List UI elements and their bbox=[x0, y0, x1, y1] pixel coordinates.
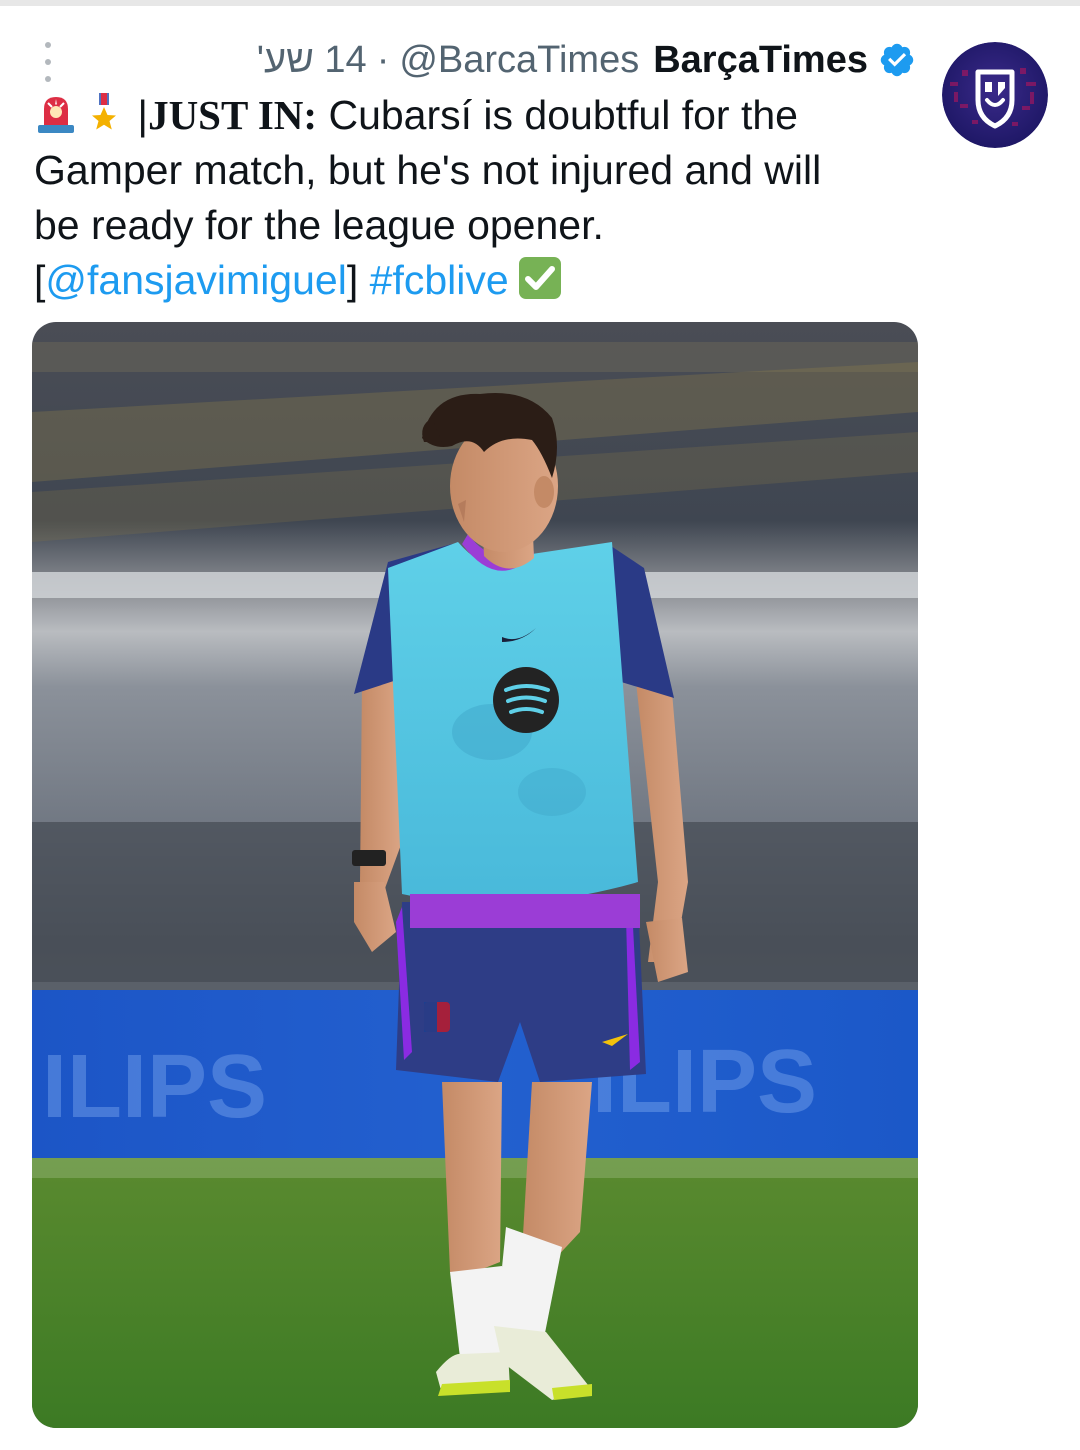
tweet-line-1-text: Cubarsí is doubtful for the bbox=[328, 92, 798, 138]
tweet-line-1: |JUST IN: Cubarsí is doubtful for the bbox=[34, 88, 914, 143]
user-display-name[interactable]: BarçaTimes bbox=[653, 39, 868, 82]
tweet-photo[interactable]: ILIPS ILIPS bbox=[32, 322, 918, 1428]
check-mark-emoji bbox=[518, 257, 561, 299]
tweet-timestamp[interactable]: 14 שע' bbox=[257, 39, 367, 82]
mention-link[interactable]: @fansjavimiguel bbox=[45, 257, 346, 303]
meta-separator: · bbox=[376, 38, 390, 81]
barcatimes-logo bbox=[942, 42, 1048, 148]
tweet-meta: 14 שע' · @BarcaTimes bbox=[257, 39, 639, 82]
player-training-photo: ILIPS ILIPS bbox=[32, 322, 918, 1428]
more-dot bbox=[45, 76, 51, 82]
just-in-label: JUST IN: bbox=[148, 92, 318, 138]
tweet-line-3: be ready for the league opener. bbox=[34, 202, 604, 248]
svg-text:ILIPS: ILIPS bbox=[42, 1037, 267, 1137]
tweet-line-2: Gamper match, but he's not injured and w… bbox=[34, 147, 822, 193]
more-dot bbox=[45, 59, 51, 65]
military-medal-emoji bbox=[92, 93, 116, 130]
pipe-separator: | bbox=[137, 92, 149, 138]
tweet-header: 14 שע' · @BarcaTimes BarçaTimes bbox=[257, 36, 916, 84]
tweet-text: |JUST IN: Cubarsí is doubtful for the Ga… bbox=[34, 88, 914, 308]
bracket-open: [ bbox=[34, 257, 46, 303]
bracket-close: ] bbox=[346, 257, 359, 303]
more-options-icon[interactable] bbox=[36, 42, 60, 82]
police-siren-emoji bbox=[38, 97, 74, 133]
more-dot bbox=[45, 42, 51, 48]
user-avatar[interactable] bbox=[942, 42, 1048, 148]
verified-badge-icon bbox=[880, 43, 914, 77]
tweet-line-4: [@fansjavimiguel] #fcblive bbox=[34, 253, 914, 308]
user-handle[interactable]: @BarcaTimes bbox=[399, 39, 639, 81]
top-divider bbox=[0, 0, 1080, 6]
hashtag-link[interactable]: #fcblive bbox=[370, 257, 509, 303]
